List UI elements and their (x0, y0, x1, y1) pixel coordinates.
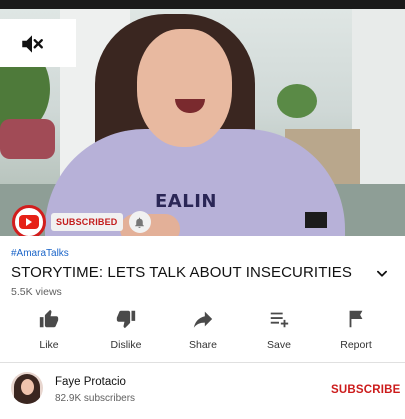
thumbs-down-icon (116, 310, 136, 329)
avatar[interactable] (11, 372, 43, 404)
status-bar (0, 0, 405, 9)
background-bush (0, 119, 55, 159)
like-label: Like (39, 339, 59, 351)
dislike-button[interactable]: Dislike (96, 308, 156, 351)
presenter-face (137, 29, 232, 147)
share-icon (193, 311, 213, 328)
subscribe-button[interactable]: SUBSCRIBE (331, 384, 401, 396)
dislike-label: Dislike (110, 339, 142, 351)
save-label: Save (267, 339, 291, 351)
subscribe-overlay[interactable]: SUBSCRIBED (12, 205, 151, 236)
channel-name[interactable]: Faye Protacio (55, 376, 126, 388)
playlist-add-icon (270, 312, 289, 328)
channel-row: Faye Protacio 82.9K subscribers SUBSCRIB… (0, 363, 405, 419)
save-button[interactable]: Save (249, 308, 309, 351)
chevron-down-icon[interactable] (374, 267, 390, 281)
subscribed-badge[interactable]: SUBSCRIBED (51, 213, 123, 231)
share-label: Share (188, 339, 218, 351)
video-title[interactable]: STORYTIME: LETS TALK ABOUT INSECURITIES (11, 264, 352, 281)
share-button[interactable]: Share (173, 308, 233, 351)
volume-off-icon (22, 35, 43, 53)
view-count: 5.5K views (11, 286, 62, 298)
action-bar: Like Dislike Share Save Report (0, 308, 405, 356)
like-button[interactable]: Like (19, 308, 79, 351)
bell-icon[interactable] (128, 211, 151, 233)
flag-icon (349, 310, 363, 328)
report-button[interactable]: Report (326, 308, 386, 351)
shirt-print-text: EALIN (155, 191, 217, 212)
shirt-tag (305, 212, 327, 228)
youtube-icon (12, 205, 46, 236)
thumbs-up-icon (39, 309, 59, 328)
background-tree (277, 84, 317, 118)
subscriber-count: 82.9K subscribers (55, 393, 136, 404)
video-player[interactable]: EALIN SUBSCRIBED (0, 9, 405, 236)
hashtag-link[interactable]: #AmaraTalks (11, 248, 69, 259)
report-label: Report (340, 339, 372, 351)
mute-button[interactable] (0, 19, 76, 67)
